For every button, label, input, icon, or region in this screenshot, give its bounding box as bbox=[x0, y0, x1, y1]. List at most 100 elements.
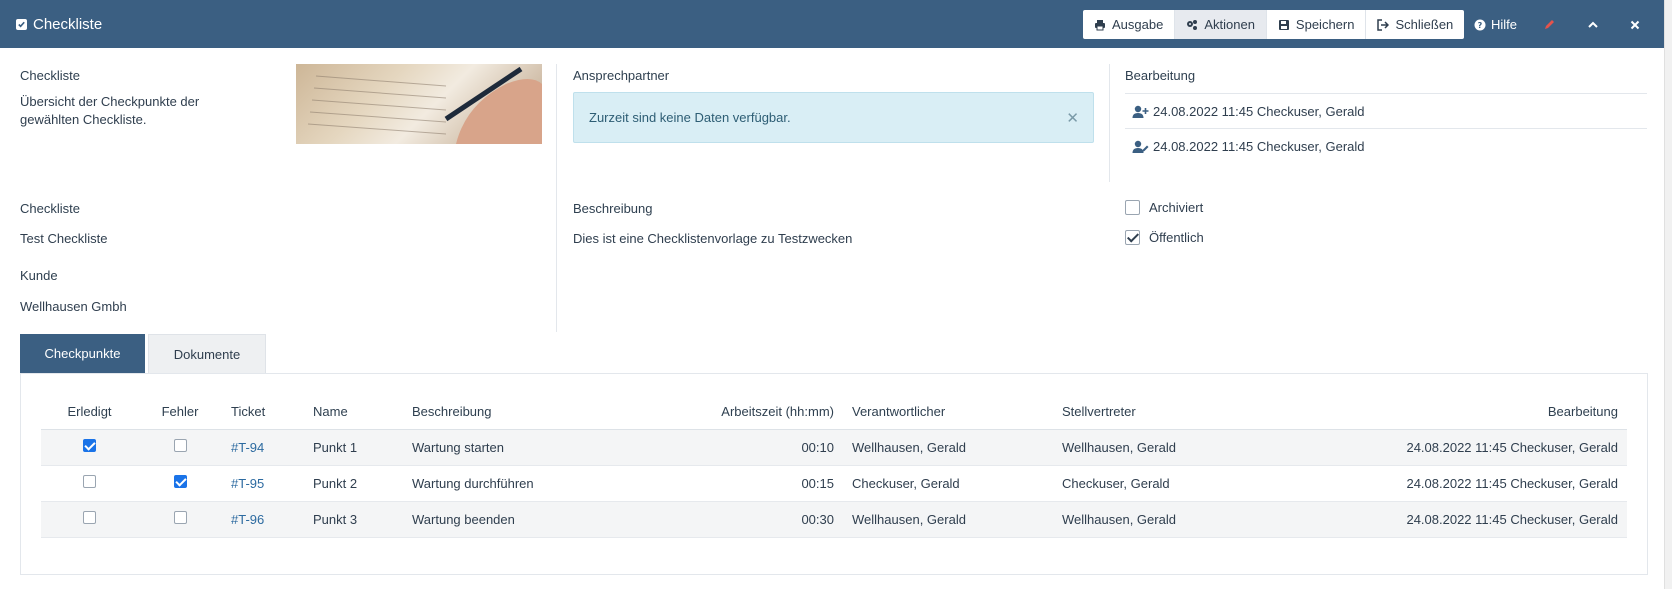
fehler-checkbox[interactable] bbox=[173, 439, 187, 452]
arbeitszeit-cell: 00:15 bbox=[593, 465, 843, 502]
column-header[interactable]: Stellvertreter bbox=[1053, 394, 1313, 430]
ticket-link[interactable]: #T-96 bbox=[231, 512, 264, 527]
column-header[interactable]: Verantwortlicher bbox=[843, 394, 1053, 430]
window-title-text: Checkliste bbox=[33, 15, 103, 33]
stellvertreter-cell: Checkuser, Gerald bbox=[1053, 465, 1313, 502]
checklist-icon bbox=[16, 18, 27, 30]
kunde-field-value: Wellhausen Gmbh bbox=[20, 299, 127, 314]
help-label: Hilfe bbox=[1491, 17, 1518, 32]
speichern-label: Speichern bbox=[1295, 17, 1355, 32]
close-button[interactable] bbox=[1629, 10, 1641, 39]
fehler-cell bbox=[138, 429, 222, 466]
vertical-scrollbar[interactable] bbox=[1664, 0, 1672, 589]
intro-label: Checkliste bbox=[20, 68, 80, 83]
ticket-cell: #T-96 bbox=[222, 501, 304, 538]
fehler-cell bbox=[138, 465, 222, 502]
fehler-checkbox[interactable] bbox=[173, 475, 187, 488]
checkliste-field-label: Checkliste bbox=[20, 201, 80, 216]
name-cell: Punkt 1 bbox=[304, 429, 403, 466]
collapse-button[interactable] bbox=[1587, 10, 1599, 39]
intro-text: Übersicht der Checkpunkte der gewählten … bbox=[20, 94, 200, 127]
archiviert-label: Archiviert bbox=[1149, 200, 1204, 215]
ticket-cell: #T-94 bbox=[222, 429, 304, 466]
printer-icon bbox=[1095, 19, 1105, 30]
archiviert-field: Archiviert bbox=[1125, 200, 1203, 215]
erledigt-checkbox[interactable] bbox=[83, 511, 96, 524]
column-header[interactable]: Bearbeitung bbox=[1313, 394, 1627, 430]
column-header[interactable]: Erledigt bbox=[41, 394, 138, 430]
gears-icon bbox=[1187, 19, 1198, 30]
window-title: Checkliste bbox=[0, 16, 102, 33]
oeffentlich-field: Öffentlich bbox=[1125, 230, 1204, 245]
bearbeitung-created-row: 24.08.2022 11:45 Checkuser, Gerald bbox=[1125, 93, 1647, 128]
table-row[interactable]: #T-94 Punkt 1 Wartung starten 00:10 Well… bbox=[41, 429, 1627, 466]
checklist-photo bbox=[296, 64, 542, 144]
aktionen-button[interactable]: Aktionen bbox=[1175, 10, 1267, 39]
erledigt-cell bbox=[41, 501, 138, 538]
ticket-link[interactable]: #T-94 bbox=[231, 440, 264, 455]
oeffentlich-label: Öffentlich bbox=[1149, 230, 1204, 245]
beschreibung-field-label: Beschreibung bbox=[573, 201, 653, 216]
tab-dokumente[interactable]: Dokumente bbox=[148, 334, 266, 373]
erledigt-cell bbox=[41, 429, 138, 466]
table-row[interactable]: #T-96 Punkt 3 Wartung beenden 00:30 Well… bbox=[41, 501, 1627, 538]
sign-out-icon bbox=[1377, 18, 1390, 31]
archiviert-checkbox[interactable] bbox=[1125, 200, 1140, 215]
name-cell: Punkt 2 bbox=[304, 465, 403, 502]
bearbeitung-cell: 24.08.2022 11:45 Checkuser, Gerald bbox=[1313, 465, 1627, 502]
schliessen-label: Schließen bbox=[1395, 17, 1454, 32]
bearbeitung-created-text: 24.08.2022 11:45 Checkuser, Gerald bbox=[1153, 103, 1365, 119]
stellvertreter-cell: Wellhausen, Gerald bbox=[1053, 429, 1313, 466]
beschreibung-cell: Wartung beenden bbox=[403, 501, 593, 538]
schliessen-button[interactable]: Schließen bbox=[1366, 10, 1464, 39]
beschreibung-field-value: Dies ist eine Checklistenvorlage zu Test… bbox=[573, 231, 853, 246]
bearbeitung-cell: 24.08.2022 11:45 Checkuser, Gerald bbox=[1313, 429, 1627, 466]
column-header[interactable]: Fehler bbox=[138, 394, 222, 430]
edit-button[interactable] bbox=[1543, 10, 1555, 39]
column-header[interactable]: Arbeitszeit (hh:mm) bbox=[593, 394, 843, 430]
beschreibung-cell: Wartung starten bbox=[403, 429, 593, 466]
verantwortlicher-cell: Checkuser, Gerald bbox=[843, 465, 1053, 502]
bearbeitung-edited-row: 24.08.2022 11:45 Checkuser, Gerald bbox=[1125, 128, 1647, 163]
ausgabe-label: Ausgabe bbox=[1112, 17, 1164, 32]
user-edit-icon bbox=[1132, 140, 1149, 153]
column-header[interactable]: Ticket bbox=[222, 394, 304, 430]
help-button[interactable]: ? Hilfe bbox=[1474, 10, 1517, 39]
tab-checkpunkte[interactable]: Checkpunkte bbox=[20, 334, 145, 373]
fehler-checkbox[interactable] bbox=[173, 511, 187, 524]
alert-close-icon[interactable]: ✕ bbox=[1066, 109, 1079, 127]
fehler-cell bbox=[138, 501, 222, 538]
no-data-alert: Zurzeit sind keine Daten verfügbar. ✕ bbox=[573, 92, 1094, 143]
column-divider bbox=[556, 64, 557, 332]
verantwortlicher-cell: Wellhausen, Gerald bbox=[843, 501, 1053, 538]
erledigt-checkbox[interactable] bbox=[83, 475, 96, 488]
pencil-icon bbox=[1545, 19, 1554, 29]
verantwortlicher-cell: Wellhausen, Gerald bbox=[843, 429, 1053, 466]
user-plus-icon bbox=[1132, 105, 1149, 118]
speichern-button[interactable]: Speichern bbox=[1267, 10, 1367, 39]
beschreibung-cell: Wartung durchführen bbox=[403, 465, 593, 502]
ticket-link[interactable]: #T-95 bbox=[231, 476, 264, 491]
stellvertreter-cell: Wellhausen, Gerald bbox=[1053, 501, 1313, 538]
ticket-cell: #T-95 bbox=[222, 465, 304, 502]
table-header-row: Erledigt Fehler Ticket Name Beschreibung… bbox=[41, 394, 1627, 430]
save-icon bbox=[1278, 19, 1289, 30]
alert-text: Zurzeit sind keine Daten verfügbar. bbox=[589, 110, 791, 125]
table-row[interactable]: #T-95 Punkt 2 Wartung durchführen 00:15 … bbox=[41, 465, 1627, 502]
arbeitszeit-cell: 00:30 bbox=[593, 501, 843, 538]
bearbeitung-label: Bearbeitung bbox=[1125, 68, 1196, 83]
kunde-field-label: Kunde bbox=[20, 268, 58, 283]
erledigt-checkbox[interactable] bbox=[83, 439, 96, 452]
column-divider bbox=[1109, 64, 1110, 182]
column-header[interactable]: Name bbox=[304, 394, 403, 430]
ausgabe-button[interactable]: Ausgabe bbox=[1083, 10, 1176, 39]
checkliste-field-value: Test Checkliste bbox=[20, 231, 108, 246]
close-icon bbox=[1630, 20, 1640, 29]
aktionen-label: Aktionen bbox=[1204, 17, 1255, 32]
checkpunkte-table: Erledigt Fehler Ticket Name Beschreibung… bbox=[41, 394, 1627, 538]
oeffentlich-checkbox[interactable] bbox=[1125, 230, 1140, 245]
name-cell: Punkt 3 bbox=[304, 501, 403, 538]
question-circle-icon: ? bbox=[1474, 19, 1486, 30]
bearbeitung-edited-text: 24.08.2022 11:45 Checkuser, Gerald bbox=[1153, 138, 1365, 154]
column-header[interactable]: Beschreibung bbox=[403, 394, 593, 430]
